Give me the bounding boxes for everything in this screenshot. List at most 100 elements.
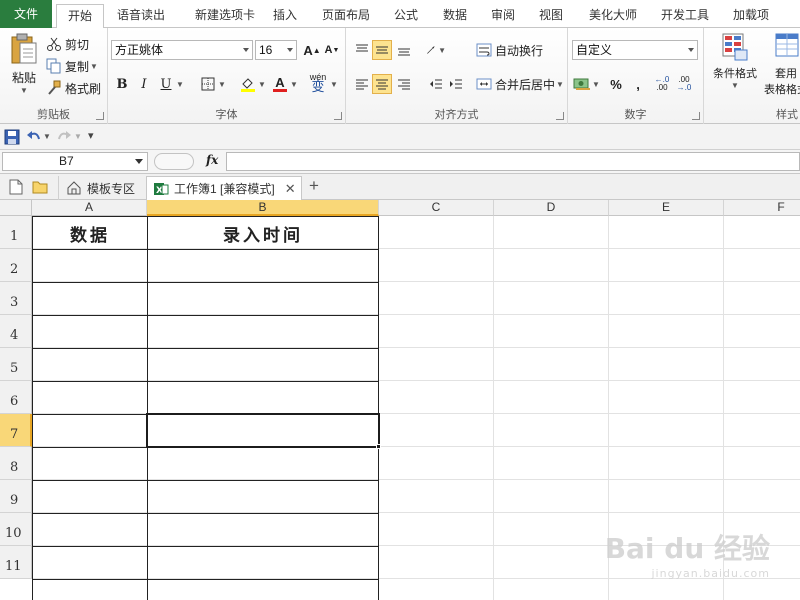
wrap-text-button[interactable]: 自动换行 [476,40,543,60]
row-header-9[interactable]: 9 [0,480,32,513]
shrink-font-button[interactable]: A ▼ [322,40,342,60]
open-folder-icon[interactable] [32,180,48,197]
column-header-f[interactable]: F [724,200,800,216]
number-launcher-icon[interactable] [692,112,700,120]
currency-dropdown-icon[interactable]: ▼ [592,80,600,89]
borders-dropdown-icon[interactable]: ▼ [218,80,226,89]
chevron-down-icon[interactable] [135,159,143,164]
italic-button[interactable]: I [134,74,154,94]
table-cell[interactable] [147,315,379,349]
align-top-button[interactable] [352,40,372,60]
row-header-11[interactable]: 11 [0,546,32,579]
name-box[interactable]: B7 [2,152,148,171]
copy-button[interactable]: 复制 ▼ [46,56,98,76]
insert-function-icon[interactable]: fx [206,153,218,167]
fill-handle[interactable] [376,444,381,449]
spreadsheet-grid[interactable]: A B C D E F 1 2 3 4 5 6 7 8 9 10 11 数据 录… [0,200,800,600]
table-cell[interactable] [32,348,148,382]
conditional-format-button[interactable]: 条件格式 ▼ [708,32,762,96]
row-header-8[interactable]: 8 [0,447,32,480]
number-format-select[interactable]: 自定义 [572,40,698,60]
table-cell[interactable] [32,381,148,415]
column-header-d[interactable]: D [494,200,609,216]
align-left-button[interactable] [352,74,372,94]
tab-insert[interactable]: 插入 [264,4,306,28]
table-cell[interactable] [147,381,379,415]
align-center-button[interactable] [372,74,392,94]
table-cell[interactable] [32,315,148,349]
cut-button[interactable]: 剪切 [46,34,89,54]
decrease-indent-button[interactable] [426,74,446,94]
row-header-6[interactable]: 6 [0,381,32,414]
grow-font-button[interactable]: A ▲ [302,40,322,60]
row-header-2[interactable]: 2 [0,249,32,282]
tab-addins[interactable]: 加载项 [724,4,778,28]
table-cell[interactable] [147,348,379,382]
alignment-launcher-icon[interactable] [556,112,564,120]
table-cell[interactable] [147,579,379,600]
redo-icon[interactable] [56,129,72,148]
borders-button[interactable] [198,74,218,94]
tab-home[interactable]: 开始 [56,4,104,29]
table-cell[interactable] [32,579,148,600]
table-cell[interactable] [32,447,148,481]
align-middle-button[interactable] [372,40,392,60]
column-header-c[interactable]: C [379,200,494,216]
table-cell[interactable] [32,249,148,283]
undo-icon[interactable] [26,129,42,148]
font-launcher-icon[interactable] [334,112,342,120]
table-cell[interactable] [147,282,379,316]
table-cell[interactable] [147,546,379,580]
tab-developer[interactable]: 开发工具 [652,4,718,28]
tab-new[interactable]: 新建选项卡 [182,4,268,28]
table-cell[interactable] [32,282,148,316]
row-header-3[interactable]: 3 [0,282,32,315]
row-header-1[interactable]: 1 [0,216,32,249]
table-cell[interactable] [147,447,379,481]
redo-dropdown-icon[interactable]: ▼ [74,132,82,141]
column-header-a[interactable]: A [32,200,147,216]
table-cell[interactable] [32,513,148,547]
active-cell-b7[interactable] [146,413,380,448]
table-cell[interactable] [32,546,148,580]
formula-input[interactable] [226,152,800,171]
format-painter-button[interactable]: 格式刷 [46,78,101,98]
formula-bar-resizer[interactable] [154,153,194,170]
underline-button[interactable]: U [156,74,176,94]
increase-indent-button[interactable] [446,74,466,94]
new-document-icon[interactable] [9,179,23,198]
fill-dropdown-icon[interactable]: ▼ [258,80,266,89]
underline-dropdown-icon[interactable]: ▼ [176,80,184,89]
decrease-decimal-button[interactable]: .00 →.0 [674,74,694,94]
tab-formulas[interactable]: 公式 [384,4,428,28]
fill-color-button[interactable] [238,74,258,94]
tab-beautify[interactable]: 美化大师 [580,4,646,28]
table-cell[interactable] [32,414,148,448]
undo-dropdown-icon[interactable]: ▼ [43,132,51,141]
font-family-select[interactable]: 方正姚体 [111,40,253,60]
font-size-select[interactable]: 16 [255,40,297,60]
format-as-table-button[interactable]: 套用 表格格式 [764,32,800,96]
row-header-7[interactable]: 7 [0,414,32,447]
orientation-button[interactable]: ▼ [426,40,446,60]
tab-data[interactable]: 数据 [434,4,476,28]
table-cell[interactable] [147,480,379,514]
tab-page-layout[interactable]: 页面布局 [314,4,378,28]
row-header-4[interactable]: 4 [0,315,32,348]
currency-button[interactable] [572,74,592,94]
save-icon[interactable] [4,129,20,148]
table-cell[interactable] [147,513,379,547]
row-header-10[interactable]: 10 [0,513,32,546]
align-right-button[interactable] [394,74,414,94]
tab-file[interactable]: 文件 [0,0,52,28]
column-header-e[interactable]: E [609,200,724,216]
paste-button[interactable]: 粘贴 ▼ [6,32,42,95]
phonetic-button[interactable]: wén 变 [308,72,328,93]
table-cell[interactable] [32,480,148,514]
customize-qat-icon[interactable]: ▾ [88,129,94,142]
add-tab-icon[interactable]: + [309,176,319,196]
font-color-button[interactable]: A [270,74,290,94]
close-icon[interactable]: ✕ [285,181,296,197]
tab-view[interactable]: 视图 [530,4,572,28]
clipboard-launcher-icon[interactable] [96,112,104,120]
